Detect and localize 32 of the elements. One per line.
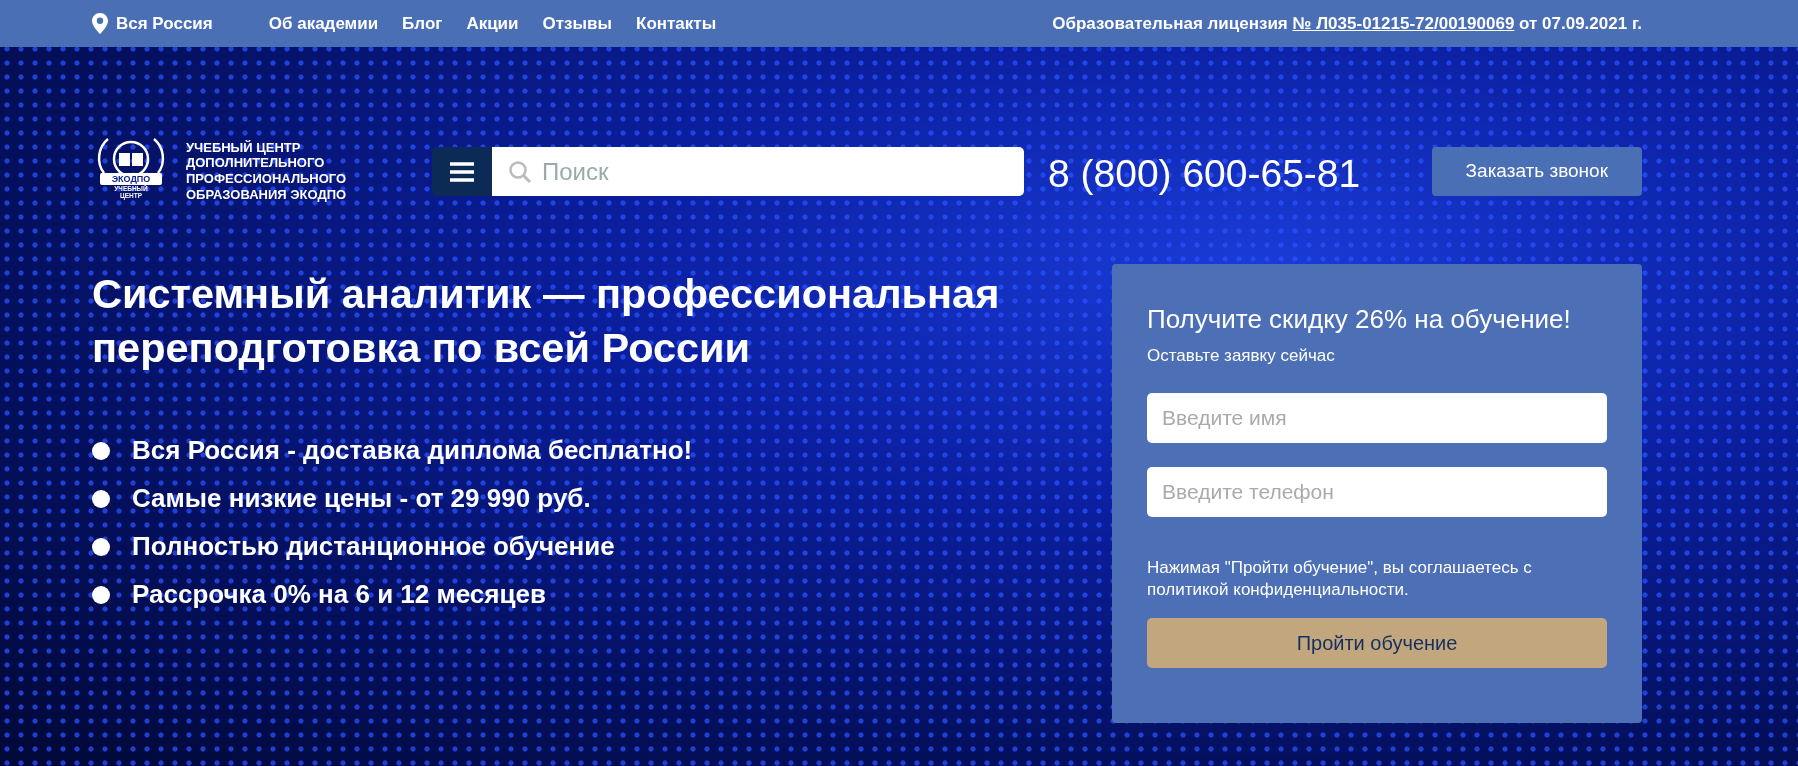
menu-button[interactable] (432, 147, 492, 196)
input-field[interactable]: Введите имя (1147, 392, 1607, 443)
bullet-icon (92, 537, 110, 556)
form-title: Получите скидку 26% на обучение! (1147, 303, 1572, 336)
logo-ribbon-text: ЭКОДПО (100, 173, 162, 185)
phone-number: 8 (800) 600-65-81 (1048, 151, 1361, 197)
license-link[interactable]: № Л035-01215-72/00190069 (1292, 13, 1515, 33)
hero-title: Системный аналитик — профессиональная переподготовка по всей России (92, 269, 1001, 373)
bullet-icon (92, 489, 110, 508)
callback-button[interactable]: Заказать звонок (1431, 147, 1642, 196)
benefit-text: Полностью дистанционное обучение (132, 530, 615, 564)
region-link[interactable]: Вся Россия (116, 10, 213, 37)
nav-link[interactable]: Контакты (636, 10, 717, 37)
nav-link[interactable]: Об академии (268, 10, 379, 37)
search-icon (508, 159, 532, 184)
license-text: Образовательная лицензия № Л035-01215-72/00190069 от 07.09.2021 г. (1052, 12, 1642, 35)
nav-link[interactable]: Отзывы (542, 10, 612, 37)
submit-button[interactable]: Пройти обучение (1147, 618, 1607, 669)
nav-link[interactable]: Блог (402, 10, 443, 37)
search-field[interactable]: Поиск (492, 147, 1024, 196)
benefit-text: Вся Россия - доставка диплома бесплатно! (132, 434, 693, 468)
menu-icon (450, 161, 474, 182)
nav-link[interactable]: Акции (466, 10, 519, 37)
consent-text: Нажимая "Пройти обучение", вы соглашаетесь с политикой конфиденциальности. (1147, 556, 1533, 602)
location-pin-icon (92, 13, 108, 34)
benefit-text: Самые низкие цены - от 29 990 руб. (132, 482, 591, 516)
input-field[interactable]: Введите телефон (1147, 466, 1607, 517)
benefit-text: Рассрочка 0% на 6 и 12 месяцев (132, 578, 546, 612)
form-subtitle: Оставьте заявку сейчас (1147, 345, 1336, 367)
bullet-icon (92, 585, 110, 604)
logo-name: УЧЕБНЫЙ ЦЕНТР ДОПОЛНИТЕЛЬНОГО ПРОФЕССИОНАЛЬНОГО ОБРАЗОВАНИЯ ЭКОДПО (186, 139, 347, 203)
bullet-icon (92, 441, 110, 460)
